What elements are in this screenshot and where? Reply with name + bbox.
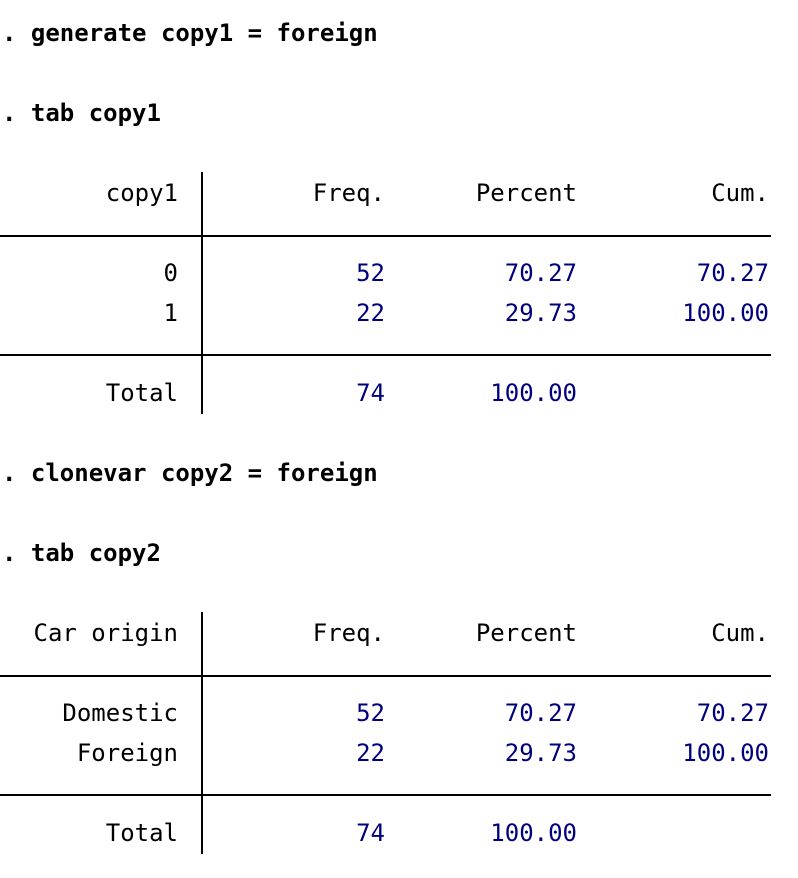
- total-percent: 100.00: [490, 379, 577, 407]
- header-freq: Freq.: [312, 179, 385, 207]
- table-total-rule: [0, 794, 771, 796]
- table-header-rule: [0, 675, 771, 677]
- command-line-tab-copy2: . tab copy2: [2, 539, 161, 567]
- table-vertical-rule: [201, 172, 203, 414]
- command-line-generate: . generate copy1 = foreign: [2, 19, 378, 47]
- frequency-table-copy1: copy1 Freq. Percent Cum. 0 52 70.27 70.2…: [0, 170, 798, 414]
- row-cum: 100.00: [682, 299, 769, 327]
- command-line-tab-copy1: . tab copy1: [2, 99, 161, 127]
- header-cum: Cum.: [711, 619, 769, 647]
- header-cum: Cum.: [711, 179, 769, 207]
- row-cum: 70.27: [696, 259, 769, 287]
- header-variable-label: copy1: [105, 179, 178, 207]
- header-percent: Percent: [475, 619, 577, 647]
- table-vertical-rule: [201, 612, 203, 854]
- row-label: Foreign: [76, 739, 178, 767]
- row-freq: 22: [356, 739, 385, 767]
- frequency-table-copy2: Car origin Freq. Percent Cum. Domestic 5…: [0, 610, 798, 854]
- row-percent: 70.27: [504, 259, 577, 287]
- row-freq: 22: [356, 299, 385, 327]
- command-line-clonevar: . clonevar copy2 = foreign: [2, 459, 378, 487]
- header-percent: Percent: [475, 179, 577, 207]
- row-freq: 52: [356, 259, 385, 287]
- row-percent: 29.73: [504, 739, 577, 767]
- header-freq: Freq.: [312, 619, 385, 647]
- total-label: Total: [105, 379, 178, 407]
- row-percent: 29.73: [504, 299, 577, 327]
- header-variable-label: Car origin: [33, 619, 179, 647]
- row-freq: 52: [356, 699, 385, 727]
- table-total-rule: [0, 354, 771, 356]
- row-label: 0: [163, 259, 178, 287]
- total-label: Total: [105, 819, 178, 847]
- total-freq: 74: [356, 819, 385, 847]
- row-label: Domestic: [62, 699, 178, 727]
- row-cum: 100.00: [682, 739, 769, 767]
- total-percent: 100.00: [490, 819, 577, 847]
- row-percent: 70.27: [504, 699, 577, 727]
- row-cum: 70.27: [696, 699, 769, 727]
- total-freq: 74: [356, 379, 385, 407]
- row-label: 1: [163, 299, 178, 327]
- table-header-rule: [0, 235, 771, 237]
